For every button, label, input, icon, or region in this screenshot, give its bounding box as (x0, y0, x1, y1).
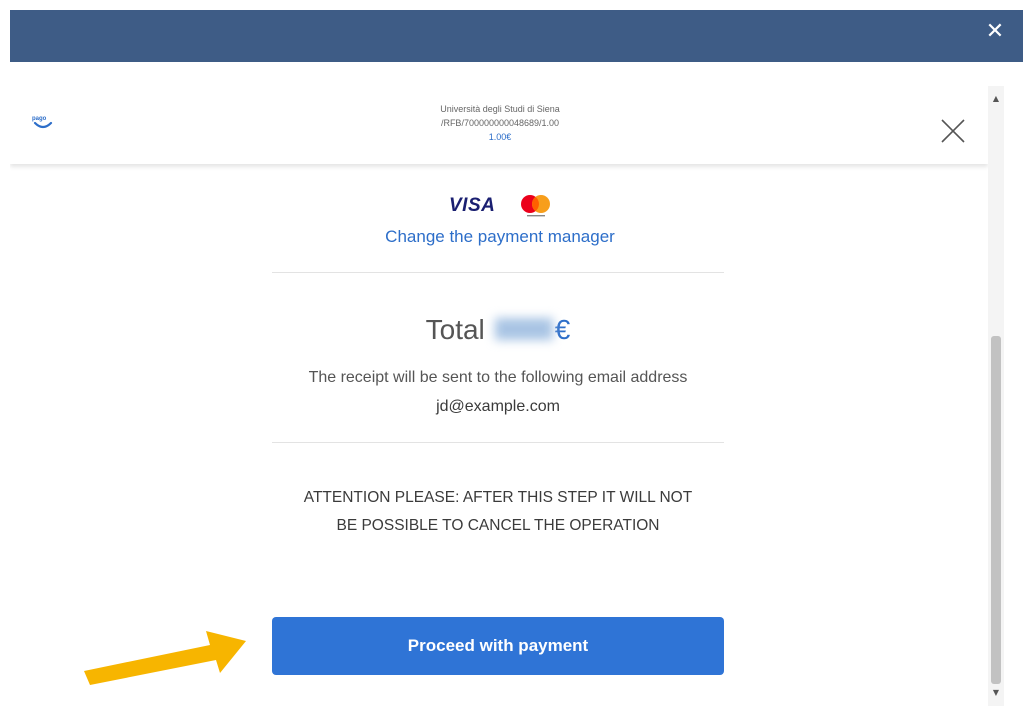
scroll-down-arrow-icon[interactable]: ▼ (988, 686, 1004, 700)
payment-modal: pago Università degli Studi di Siena /RF… (10, 86, 988, 706)
receipt-email: jd@example.com (436, 398, 560, 415)
close-icon[interactable]: ✕ (981, 18, 1009, 46)
svg-text:pago: pago (32, 116, 47, 122)
mastercard-icon (521, 195, 550, 217)
scrollbar[interactable]: ▲ ▼ (988, 86, 1004, 706)
payment-reference: /RFB/700000000048689/1.00 (440, 118, 560, 128)
warning-line: ATTENTION PLEASE: AFTER THIS STEP IT WIL… (303, 489, 693, 506)
scrollbar-thumb[interactable] (991, 336, 1001, 684)
scroll-up-arrow-icon[interactable]: ▲ (988, 92, 1004, 106)
proceed-with-payment-button[interactable]: Proceed with payment (272, 617, 724, 675)
change-payment-manager-link[interactable]: Change the payment manager (272, 227, 728, 247)
annotation-arrow-icon (84, 631, 246, 685)
modal-header: pago Università degli Studi di Siena /RF… (10, 86, 988, 164)
pagopa-logo-icon: pago (32, 116, 53, 129)
receipt-text: The receipt will be sent to the followin… (308, 369, 688, 386)
divider (272, 442, 724, 443)
merchant-info: Università degli Studi di Siena /RFB/700… (390, 102, 610, 144)
blurred-amount (494, 317, 553, 340)
warning-line: BE POSSIBLE TO CANCEL THE OPERATION (336, 517, 660, 534)
card-brands: VISA (449, 193, 559, 219)
divider (272, 272, 724, 273)
currency-symbol: € (554, 314, 571, 345)
visa-logo: VISA (449, 195, 496, 216)
merchant-name: Università degli Studi di Siena (440, 104, 560, 114)
close-icon[interactable] (938, 116, 968, 146)
total-amount: Total € (272, 314, 724, 346)
total-label: Total (425, 314, 485, 345)
cancel-warning: ATTENTION PLEASE: AFTER THIS STEP IT WIL… (272, 484, 724, 540)
header-amount: 1.00€ (488, 132, 512, 142)
top-bar: ✕ (10, 10, 1023, 62)
